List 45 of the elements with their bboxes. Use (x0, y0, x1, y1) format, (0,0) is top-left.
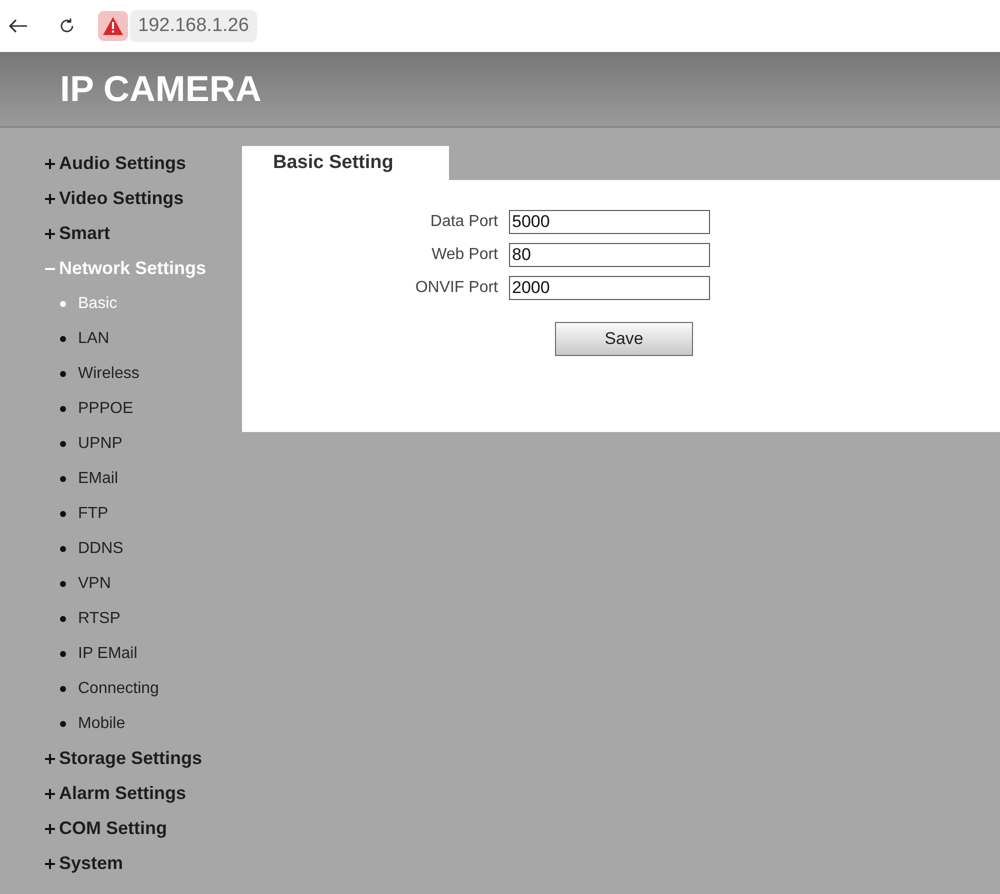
sidebar-section[interactable]: Smart (59, 223, 110, 244)
tab[interactable]: Basic Setting (242, 146, 449, 180)
sidebar-section[interactable]: Video Settings (59, 188, 184, 209)
bullet-icon (60, 650, 66, 656)
field-label: Data Port (429, 213, 498, 231)
bullet-icon (60, 300, 66, 306)
sidebar-section[interactable]: COM Setting (59, 818, 167, 839)
bullet-icon (60, 720, 66, 726)
sidebar-item[interactable]: LAN (78, 330, 110, 348)
sidebar-section[interactable]: Audio Settings (59, 153, 186, 174)
address-bar[interactable]: 192.168.1.26 (130, 10, 257, 42)
back-icon[interactable] (8, 18, 28, 34)
sidebar-item[interactable]: IP EMail (78, 644, 138, 662)
bullet-icon (60, 580, 66, 586)
reload-icon[interactable] (58, 17, 76, 35)
sidebar-item[interactable]: RTSP (78, 610, 120, 628)
sidebar-item[interactable]: EMail (78, 470, 118, 488)
sidebar-section[interactable]: Storage Settings (59, 748, 202, 769)
save-button[interactable]: Save (555, 322, 693, 356)
bullet-icon (60, 406, 66, 412)
bullet-icon (60, 476, 66, 482)
sidebar-item[interactable]: FTP (78, 504, 108, 522)
input-field[interactable]: 2000 (509, 276, 710, 300)
bullet-icon (60, 546, 66, 552)
field-label: ONVIF Port (414, 279, 498, 297)
sidebar-section[interactable]: System (59, 853, 124, 874)
sidebar-item[interactable]: PPPOE (78, 400, 134, 418)
field-label: Web Port (430, 246, 498, 264)
bullet-icon (60, 510, 66, 516)
sidebar-item[interactable]: DDNS (78, 540, 124, 558)
sidebar-item[interactable]: Connecting (78, 680, 159, 698)
bullet-icon (60, 440, 66, 446)
bullet-icon (60, 336, 66, 342)
warning-icon[interactable] (98, 11, 128, 41)
site-title: IP CAMERA (60, 68, 262, 110)
bullet-icon (60, 686, 66, 692)
input-field[interactable]: 80 (509, 243, 710, 267)
sidebar-item[interactable]: UPNP (78, 434, 122, 452)
bullet-icon (60, 370, 66, 376)
sidebar-section[interactable]: Alarm Settings (59, 783, 186, 804)
sidebar-item[interactable]: Mobile (78, 714, 126, 732)
sidebar-item[interactable]: VPN (78, 574, 111, 592)
sidebar-item[interactable]: Wireless (78, 364, 140, 382)
bullet-icon (60, 616, 66, 622)
input-field[interactable]: 5000 (509, 210, 710, 234)
